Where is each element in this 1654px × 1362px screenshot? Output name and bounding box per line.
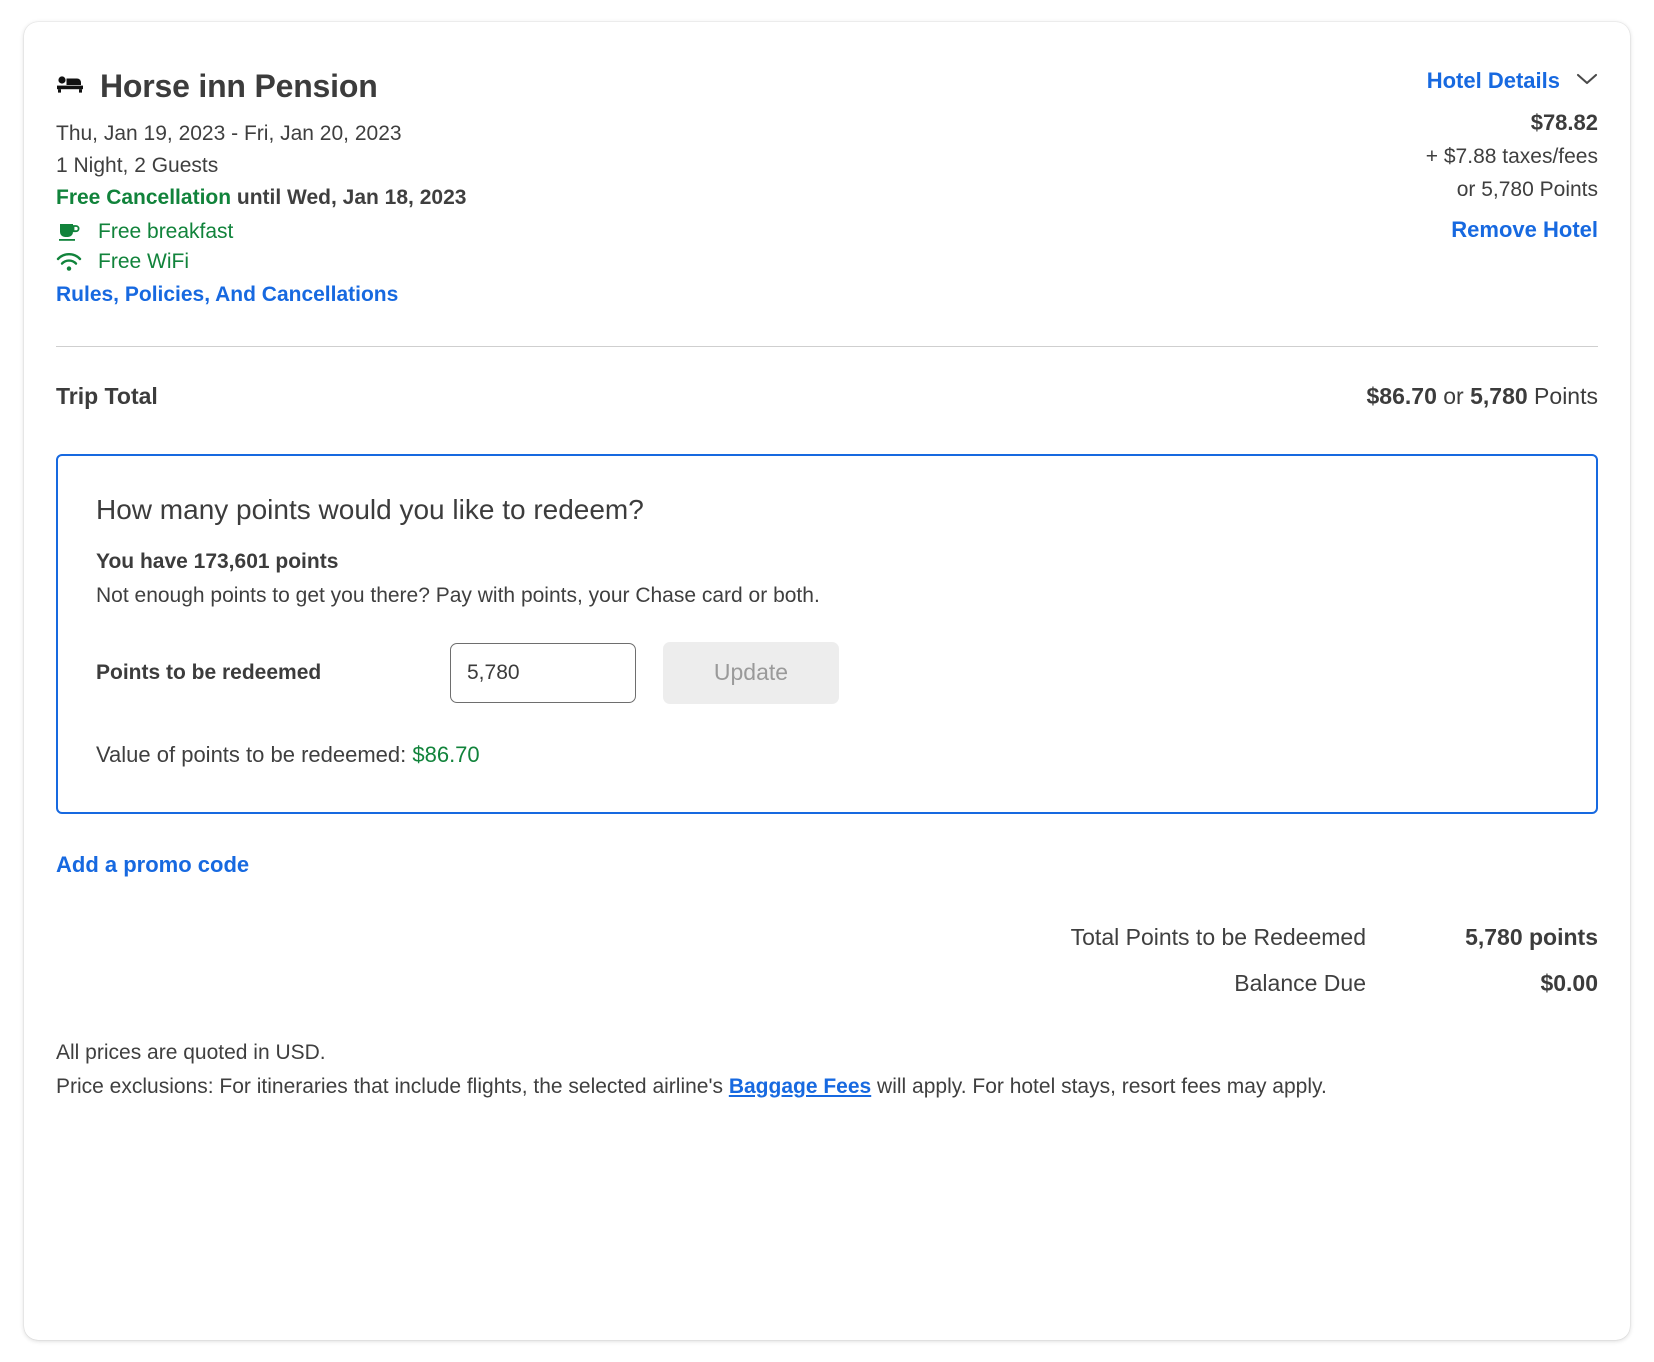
wifi-icon [56,252,82,272]
points-input[interactable] [450,642,636,703]
trip-total-label: Trip Total [56,382,158,409]
trip-total-value: $86.70 or 5,780 Points [1367,383,1598,410]
hotel-price: $78.82 [1530,110,1598,135]
stay-dates: Thu, Jan 19, 2023 - Fri, Jan 20, 2023 [56,122,402,145]
amenity-free-breakfast: Free breakfast [56,220,1056,244]
hotel-header: Horse inn Pension Thu, Jan 19, 2023 - Fr… [56,54,1598,307]
summary-label: Balance Due [1234,969,1366,996]
baggage-fees-link[interactable]: Baggage Fees [729,1075,871,1098]
points-subtext: Not enough points to get you there? Pay … [96,583,820,607]
hotel-info-left: Horse inn Pension Thu, Jan 19, 2023 - Fr… [56,68,1056,307]
amenity-label: Free breakfast [98,219,234,243]
points-form: Points to be redeemed Update [96,641,1558,704]
amenity-free-wifi: Free WiFi [56,250,1056,274]
card-inner: Horse inn Pension Thu, Jan 19, 2023 - Fr… [56,54,1598,1104]
hotel-details-toggle[interactable]: Hotel Details [1178,68,1598,94]
coffee-cup-icon [56,220,82,244]
rules-policies-link[interactable]: Rules, Policies, And Cancellations [56,283,398,307]
remove-hotel-button[interactable]: Remove Hotel [1178,217,1598,243]
trip-total-points-suffix: Points [1527,382,1598,409]
amenity-label: Free WiFi [98,249,189,273]
points-input-label: Points to be redeemed [96,660,322,684]
hotel-details-label[interactable]: Hotel Details [1427,68,1560,94]
hotel-info-right: Hotel Details $78.82 + $7.88 taxes/fees … [1178,68,1598,243]
hotel-taxes-fees: + $7.88 taxes/fees [1425,145,1598,168]
payment-summary: Total Points to be Redeemed 5,780 points… [56,924,1598,1016]
chevron-down-icon[interactable] [1576,72,1598,91]
trip-total-conjunction: or [1436,382,1471,409]
free-cancellation-label: Free Cancellation [56,185,232,209]
cancellation-date: until Wed, Jan 18, 2023 [231,185,467,209]
bed-icon [56,72,86,101]
section-divider [56,345,1598,347]
fineprint-exclusions-part1: Price exclusions: For itineraries that i… [56,1074,729,1098]
page-root: Horse inn Pension Thu, Jan 19, 2023 - Fr… [0,0,1654,1362]
trip-total-points: 5,780 [1470,382,1528,409]
fineprint-exclusions: Price exclusions: For itineraries that i… [56,1070,1536,1104]
update-button[interactable]: Update [663,641,839,704]
cancellation-policy: Free Cancellation until Wed, Jan 18, 202… [56,182,1056,214]
points-question: How many points would you like to redeem… [96,493,644,525]
fineprint-currency: All prices are quoted in USD. [56,1040,326,1064]
trip-total-amount: $86.70 [1366,382,1437,409]
summary-value: 5,780 points [1465,923,1598,950]
stay-occupancy: 1 Night, 2 Guests [56,153,219,177]
add-promo-code-link[interactable]: Add a promo code [56,852,249,878]
hotel-title-row: Horse inn Pension [56,68,1056,105]
points-balance: You have 173,601 points [96,549,339,573]
hotel-name: Horse inn Pension [100,68,378,104]
points-redemption-box: How many points would you like to redeem… [56,453,1598,814]
booking-summary-card: Horse inn Pension Thu, Jan 19, 2023 - Fr… [24,22,1630,1340]
points-value-line: Value of points to be redeemed: $86.70 [96,742,1558,768]
points-value-amount: $86.70 [412,741,480,767]
summary-label: Total Points to be Redeemed [1070,923,1366,950]
hotel-points-price: or 5,780 Points [1456,178,1598,201]
points-value-label: Value of points to be redeemed: [96,741,413,767]
fineprint: All prices are quoted in USD. Price excl… [56,1036,1536,1104]
summary-value: $0.00 [1540,969,1598,996]
fineprint-exclusions-part2: will apply. For hotel stays, resort fees… [871,1074,1327,1098]
trip-total-row: Trip Total $86.70 or 5,780 Points [56,383,1598,417]
summary-row: Total Points to be Redeemed 5,780 points [56,924,1598,970]
summary-row: Balance Due $0.00 [56,970,1598,1016]
